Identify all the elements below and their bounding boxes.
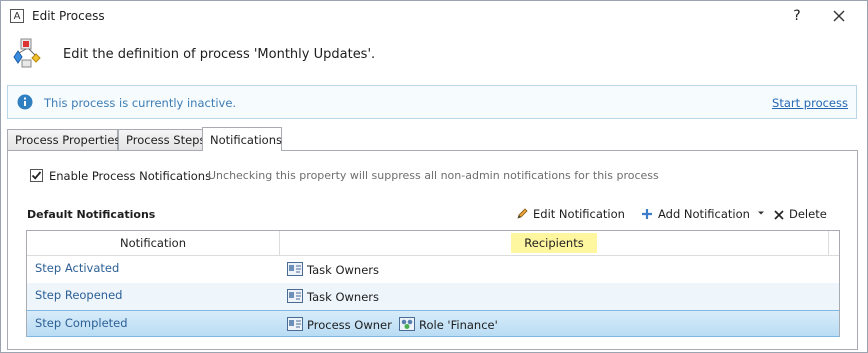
close-button[interactable]: [829, 6, 849, 26]
notifications-grid: Notification Recipients Step Activated T…: [26, 230, 840, 337]
grid-header: Notification Recipients: [27, 231, 839, 256]
column-header-notification[interactable]: Notification: [27, 231, 280, 255]
window-title: Edit Process: [32, 9, 105, 23]
tab-notifications[interactable]: Notifications: [202, 127, 282, 151]
delete-x-icon: [774, 210, 784, 220]
table-row[interactable]: Step Activated Task Owners: [27, 256, 839, 283]
process-icon: [13, 38, 41, 68]
start-process-link[interactable]: Start process: [772, 96, 848, 110]
pencil-icon: [517, 208, 528, 219]
edit-notification-button[interactable]: Edit Notification: [516, 207, 625, 221]
edit-process-dialog: A Edit Process ? Edit the definition of …: [0, 0, 868, 353]
header-description: Edit the definition of process 'Monthly …: [63, 47, 376, 62]
help-button[interactable]: ?: [787, 6, 807, 26]
table-row[interactable]: Step Completed Process Owner Role 'Finan…: [27, 310, 839, 337]
edit-notification-label: Edit Notification: [533, 207, 625, 221]
column-header-recipients: Recipients: [511, 233, 597, 253]
dialog-header: Edit the definition of process 'Monthly …: [1, 33, 867, 79]
recipient-label: Role 'Finance': [419, 318, 498, 332]
notification-name[interactable]: Step Reopened: [35, 288, 122, 302]
user-card-icon: [287, 317, 303, 331]
tab-process-steps[interactable]: Process Steps: [118, 129, 205, 150]
recipient-label: Process Owner: [307, 318, 392, 332]
enable-notifications-label[interactable]: Enable Process Notifications: [49, 169, 211, 183]
add-notification-button[interactable]: Add Notification: [641, 207, 765, 221]
user-card-icon: [287, 262, 303, 276]
title-bar: A Edit Process ?: [1, 1, 867, 33]
user-card-icon: [287, 289, 303, 303]
table-row[interactable]: Step Reopened Task Owners: [27, 283, 839, 310]
close-icon: [833, 10, 845, 22]
info-message: This process is currently inactive.: [44, 96, 237, 110]
app-icon: A: [10, 9, 24, 23]
column-header-recipients-cell[interactable]: Recipients: [280, 231, 829, 255]
role-group-icon: [399, 317, 415, 331]
info-bar: This process is currently inactive. Star…: [7, 85, 857, 119]
delete-notification-label: Delete: [789, 207, 827, 221]
add-notification-label: Add Notification: [658, 207, 750, 221]
recipient-label: Task Owners: [307, 290, 380, 304]
tab-process-properties[interactable]: Process Properties: [7, 129, 120, 150]
info-icon: [17, 94, 33, 110]
delete-notification-button[interactable]: Delete: [774, 207, 827, 221]
notification-name[interactable]: Step Activated: [35, 261, 119, 275]
recipient-label: Task Owners: [307, 263, 380, 277]
enable-notifications-hint: Unchecking this property will suppress a…: [208, 169, 659, 182]
notification-name[interactable]: Step Completed: [35, 316, 128, 330]
enable-notifications-checkbox[interactable]: [30, 169, 43, 182]
default-notifications-title: Default Notifications: [27, 208, 156, 221]
checkmark-icon: [31, 171, 42, 180]
notifications-panel: Enable Process Notifications Unchecking …: [7, 150, 858, 350]
chevron-down-icon: [757, 211, 764, 215]
plus-icon: [642, 209, 652, 219]
